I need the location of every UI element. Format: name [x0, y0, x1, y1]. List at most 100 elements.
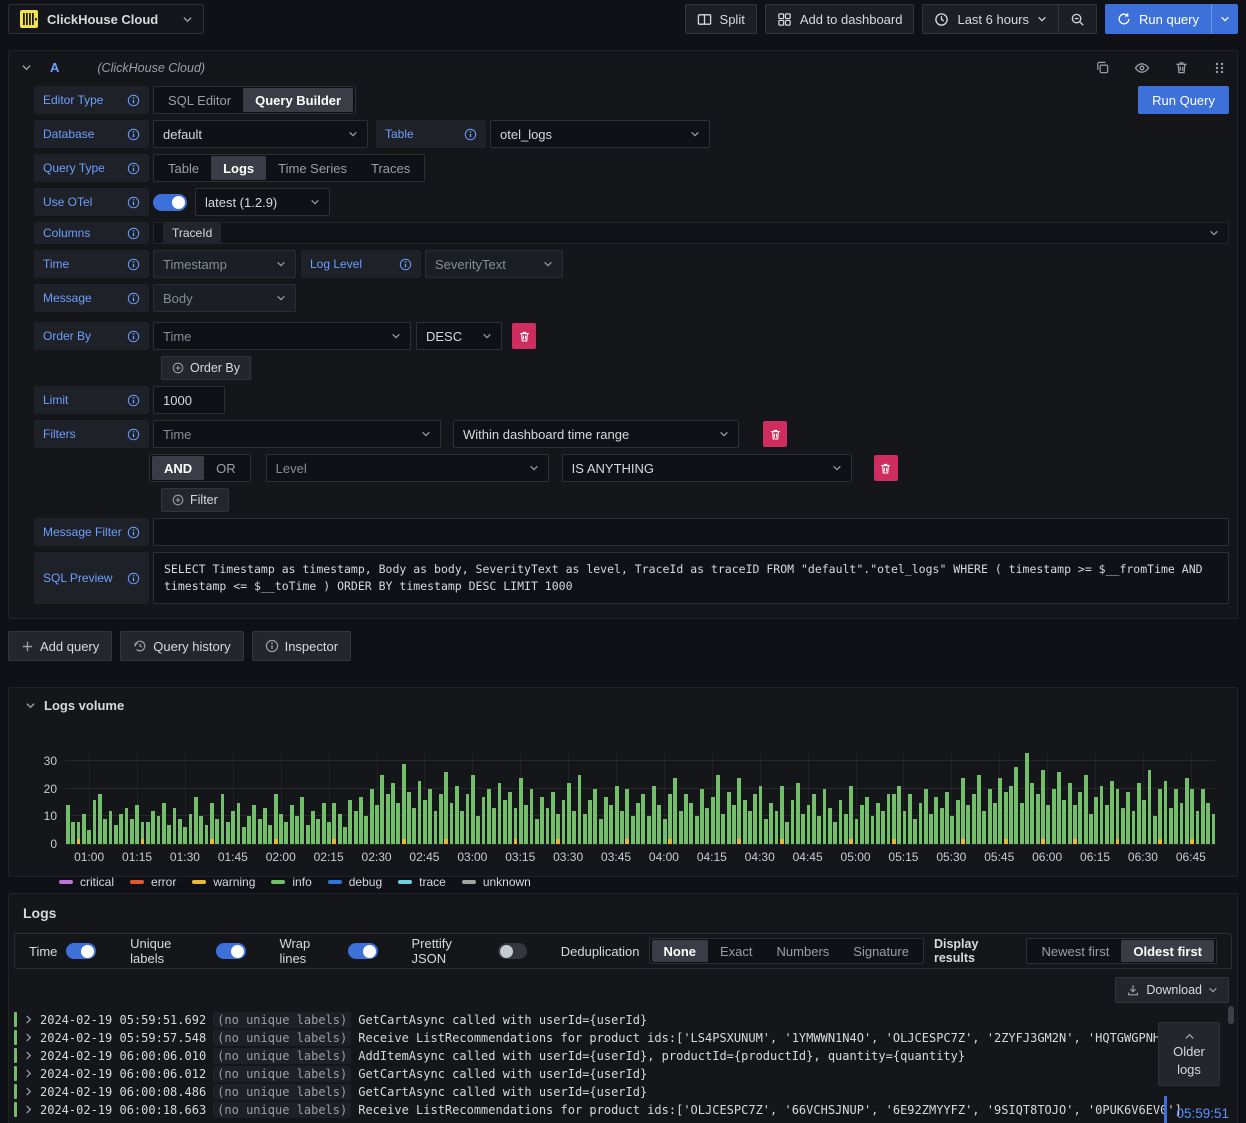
database-select[interactable]: default [153, 120, 368, 148]
filter-operator-select[interactable]: Within dashboard time range [453, 420, 739, 448]
table-select[interactable]: otel_logs [490, 120, 710, 148]
sql-editor-option[interactable]: SQL Editor [156, 88, 243, 112]
remove-condition-button[interactable] [873, 455, 898, 481]
newest-first-option[interactable]: Newest first [1029, 940, 1121, 962]
log-row[interactable]: 2024-02-19 06:00:06.012 (no unique labels… [14, 1065, 1237, 1083]
legend-item[interactable]: warning [192, 875, 255, 889]
datasource-picker[interactable]: ClickHouse Cloud [8, 4, 204, 34]
wrap-lines-toggle[interactable] [348, 943, 378, 959]
chevron-right-icon[interactable] [24, 1069, 33, 1078]
x-axis-tick: 04:45 [792, 850, 823, 864]
info-icon[interactable] [127, 526, 140, 539]
and-option[interactable]: AND [152, 456, 205, 480]
time-range-picker[interactable]: Last 6 hours [922, 4, 1060, 34]
order-by-direction-select[interactable]: DESC [416, 322, 502, 350]
legend-item[interactable]: unknown [461, 875, 531, 889]
unique-labels-toggle[interactable] [216, 943, 246, 959]
log-row[interactable]: 2024-02-19 05:59:51.692 (no unique labels… [14, 1011, 1237, 1029]
download-button[interactable]: Download [1115, 977, 1229, 1003]
log-row[interactable]: 2024-02-19 05:59:57.548 (no unique labels… [14, 1029, 1237, 1047]
time-toggle[interactable] [66, 943, 97, 959]
query-type-table[interactable]: Table [156, 156, 211, 180]
limit-input[interactable]: 1000 [153, 386, 225, 414]
logs-scrollbar-thumb[interactable] [1228, 1006, 1234, 1024]
dedup-numbers[interactable]: Numbers [765, 940, 842, 962]
legend-item[interactable]: error [130, 875, 176, 889]
info-icon[interactable] [127, 394, 140, 407]
delete-query-icon[interactable] [1174, 60, 1189, 75]
info-icon[interactable] [127, 292, 140, 305]
add-order-by-button[interactable]: Order By [161, 356, 252, 380]
x-axis-tick: 03:15 [505, 850, 536, 864]
volume-bar [726, 753, 731, 844]
dedup-none[interactable]: None [651, 940, 709, 962]
info-icon[interactable] [127, 94, 140, 107]
run-query-button[interactable]: Run query [1105, 4, 1211, 34]
filter-field-select[interactable]: Time [153, 420, 441, 448]
legend-item[interactable]: info [271, 875, 312, 889]
zoom-out-button[interactable] [1059, 4, 1098, 34]
order-by-field-select[interactable]: Time [153, 322, 411, 350]
condition-operator-select[interactable]: IS ANYTHING [561, 454, 852, 482]
query-type-time-series[interactable]: Time Series [266, 156, 359, 180]
legend-item[interactable]: debug [327, 875, 382, 889]
chevron-right-icon[interactable] [24, 1105, 33, 1114]
info-icon[interactable] [127, 196, 140, 209]
volume-bar [1062, 753, 1067, 844]
info-icon[interactable] [127, 128, 140, 141]
condition-field-select[interactable]: Level [265, 454, 549, 482]
log-row[interactable]: 2024-02-19 06:00:06.010 (no unique labels… [14, 1047, 1237, 1065]
oldest-first-option[interactable]: Oldest first [1121, 940, 1214, 962]
info-icon[interactable] [127, 162, 140, 175]
toggle-visibility-icon[interactable] [1134, 60, 1150, 76]
info-icon[interactable] [127, 572, 140, 585]
time-column-select[interactable]: Timestamp [153, 250, 296, 278]
add-query-button[interactable]: Add query [8, 631, 113, 661]
chevron-right-icon[interactable] [24, 1051, 33, 1060]
info-icon[interactable] [127, 227, 140, 240]
column-chip[interactable]: TraceId [163, 223, 222, 243]
legend-item[interactable]: critical [59, 875, 114, 889]
run-query-panel-button[interactable]: Run Query [1138, 86, 1229, 114]
inspector-button[interactable]: Inspector [251, 631, 352, 661]
chevron-right-icon[interactable] [24, 1087, 33, 1096]
split-button[interactable]: Split [684, 4, 757, 34]
add-to-dashboard-button[interactable]: Add to dashboard [764, 4, 915, 34]
log-level-column-select[interactable]: SeverityText [425, 250, 563, 278]
legend-item[interactable]: trace [398, 875, 446, 889]
message-column-select[interactable]: Body [153, 284, 296, 312]
info-icon[interactable] [127, 428, 140, 441]
or-option[interactable]: OR [204, 456, 248, 480]
info-icon[interactable] [127, 258, 140, 271]
query-history-button[interactable]: Query history [120, 631, 244, 661]
log-row[interactable]: 2024-02-19 06:00:18.663 (no unique labels… [14, 1101, 1237, 1119]
add-filter-row: Filter [34, 488, 1229, 512]
add-filter-button[interactable]: Filter [161, 488, 229, 512]
query-type-logs[interactable]: Logs [211, 156, 267, 180]
dedup-signature[interactable]: Signature [841, 940, 921, 962]
drag-handle-icon[interactable] [1213, 61, 1225, 75]
columns-multiselect[interactable]: TraceId [153, 222, 1229, 244]
chevron-right-icon[interactable] [24, 1015, 33, 1024]
info-icon[interactable] [399, 258, 412, 271]
message-filter-input[interactable] [153, 518, 1229, 546]
volume-bar [982, 753, 987, 844]
query-type-traces[interactable]: Traces [359, 156, 422, 180]
otel-version-select[interactable]: latest (1.2.9) [195, 188, 330, 216]
chevron-right-icon[interactable] [24, 1033, 33, 1042]
older-logs-button[interactable]: Older logs [1158, 1022, 1220, 1086]
duplicate-query-icon[interactable] [1095, 60, 1110, 75]
run-query-options-button[interactable] [1211, 4, 1238, 34]
info-icon[interactable] [464, 128, 477, 141]
remove-filter-button[interactable] [763, 421, 787, 447]
prettify-json-toggle[interactable] [497, 943, 527, 959]
log-row[interactable]: 2024-02-19 06:00:08.486 (no unique labels… [14, 1083, 1237, 1101]
collapse-chevron-icon[interactable] [25, 700, 36, 711]
query-builder-option[interactable]: Query Builder [243, 88, 354, 112]
info-icon[interactable] [127, 330, 140, 343]
dedup-exact[interactable]: Exact [708, 940, 765, 962]
use-otel-toggle[interactable] [153, 193, 187, 211]
remove-order-by-button[interactable] [512, 323, 536, 349]
volume-bar [1030, 753, 1035, 844]
collapse-chevron-icon[interactable] [21, 62, 32, 73]
